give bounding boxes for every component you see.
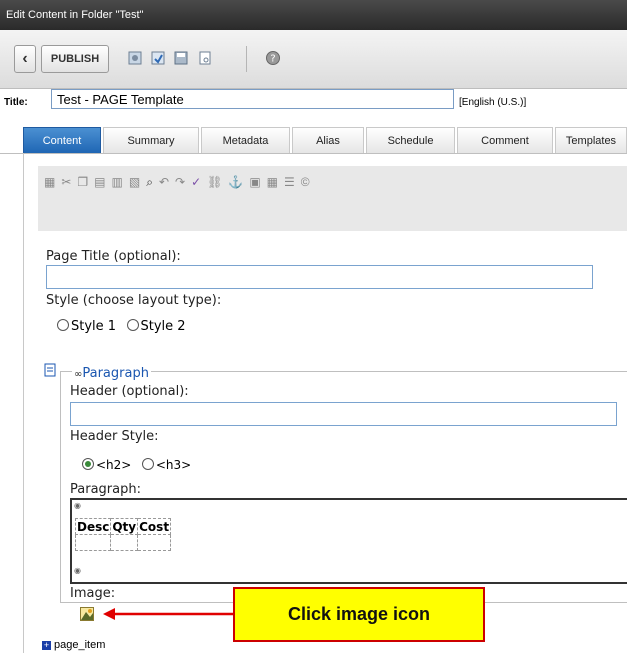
header-label: Header (optional): <box>70 384 189 399</box>
arrow-icon <box>103 608 234 620</box>
tab-bar: Content Summary Metadata Alias Schedule … <box>0 127 627 154</box>
table-cell[interactable] <box>137 534 172 551</box>
smart-form: Page Title (optional): Style (choose lay… <box>24 153 627 653</box>
help-icon[interactable]: ? <box>265 50 281 66</box>
toolbar: ‹ PUBLISH ? <box>0 30 627 89</box>
style-label: Style (choose layout type): <box>46 293 222 308</box>
paragraph-editor[interactable]: ◉ Desc Qty Cost ◉ <box>70 498 627 584</box>
header-style-label: Header Style: <box>70 429 159 444</box>
group-toggle-icon[interactable] <box>44 363 56 377</box>
style-2-radio[interactable] <box>126 319 139 331</box>
style-radio-group: Style 1 Style 2 <box>57 317 186 335</box>
toolbar-divider <box>246 46 247 72</box>
image-label: Image: <box>70 586 116 601</box>
paragraph-label: Paragraph: <box>70 482 141 497</box>
chevron-left-icon: ‹ <box>22 50 28 67</box>
preview-icon[interactable] <box>197 50 213 66</box>
header-style-radio-group: <h2> <h3> <box>82 456 191 474</box>
h3-radio[interactable] <box>141 458 154 470</box>
title-input[interactable] <box>51 89 454 109</box>
back-button[interactable]: ‹ <box>14 45 36 73</box>
tab-schedule[interactable]: Schedule <box>366 127 455 153</box>
content-frame: ▦ ✂ ❐ ▤ ▥ ▧ ⌕ ↶ ↷ ✓ ⛓ ⚓ ▣ ▦ ☰ © Page Tit… <box>23 153 627 653</box>
title-label: Title: <box>4 97 28 108</box>
page-item-label: page_item <box>54 639 106 651</box>
tab-comment[interactable]: Comment <box>457 127 553 153</box>
tab-content[interactable]: Content <box>23 127 101 153</box>
table-header-qty: Qty <box>110 518 139 535</box>
paragraph-group-legend: ∞Paragraph <box>72 366 151 381</box>
h3-label: <h3> <box>155 458 192 472</box>
h2-label: <h2> <box>96 458 132 472</box>
style-2-label: Style 2 <box>140 319 186 334</box>
annotation-callout: Click image icon <box>233 587 485 642</box>
table-header-cost: Cost <box>137 518 172 535</box>
save-icon[interactable] <box>150 50 166 66</box>
style-1-radio[interactable] <box>57 319 69 331</box>
checkin-icon[interactable] <box>127 50 143 66</box>
header-input[interactable] <box>70 402 617 426</box>
tab-summary[interactable]: Summary <box>103 127 199 153</box>
table-cell[interactable] <box>110 534 139 551</box>
table-anchor-bottom: ◉ <box>74 566 81 575</box>
disk-icon[interactable] <box>173 50 189 66</box>
title-row: Title: [English (U.S.)] <box>0 88 627 120</box>
add-icon[interactable]: + <box>42 640 51 650</box>
page-item-row[interactable]: + page_item <box>42 639 105 651</box>
svg-text:?: ? <box>270 54 275 65</box>
table-header-desc: Desc <box>74 518 112 535</box>
page-title-input[interactable] <box>46 265 593 289</box>
table-anchor-top: ◉ <box>74 501 81 510</box>
tab-alias[interactable]: Alias <box>292 127 364 153</box>
cost-table[interactable]: Desc Qty Cost <box>74 518 172 551</box>
tab-templates[interactable]: Templates <box>555 127 627 153</box>
page-title-label: Page Title (optional): <box>46 249 181 264</box>
table-cell[interactable] <box>74 534 112 551</box>
h2-radio[interactable] <box>82 458 94 470</box>
image-select-icon[interactable] <box>80 607 94 621</box>
tab-metadata[interactable]: Metadata <box>201 127 290 153</box>
style-1-label: Style 1 <box>71 319 117 334</box>
paragraph-group-title: Paragraph <box>82 366 149 381</box>
window-title: Edit Content in Folder "Test" <box>0 0 627 30</box>
language-label: [English (U.S.)] <box>459 97 527 108</box>
publish-button[interactable]: PUBLISH <box>41 45 109 73</box>
